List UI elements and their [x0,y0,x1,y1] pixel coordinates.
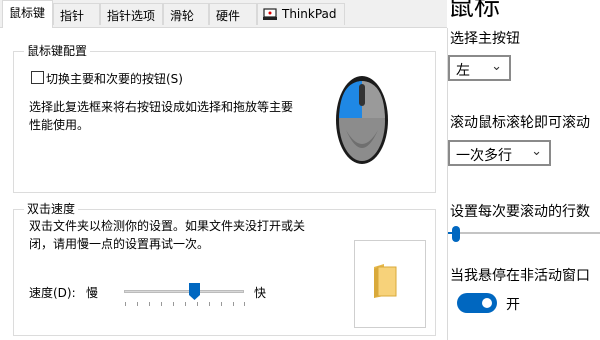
tab-strip: 鼠标键 指针 指针选项 滑轮 硬件 ThinkPad [0,0,447,28]
scroll-mode-value: 一次多行 [456,148,512,164]
slider-tick [244,302,245,306]
slider-tick [125,302,126,306]
settings-heading: 鼠标 [448,0,501,22]
tab-pointer-options[interactable]: 指针选项 [100,3,163,25]
mouse-illustration-icon [336,76,388,164]
settings-window-background: 鼠标 选择主按钮 左 ⌄ 滚动鼠标滚轮即可滚动 一次多行 ⌄ 设置每次要滚动的行… [430,0,600,340]
inactive-scroll-label: 当我悬停在非活动窗口 [450,268,590,284]
tab-pointers[interactable]: 指针 [53,3,100,25]
slider-tick [137,302,138,306]
slider-tick [233,302,234,306]
chevron-down-icon: ⌄ [531,144,542,159]
slider-tick [149,302,150,306]
test-folder-area[interactable] [354,240,426,328]
chevron-down-icon: ⌄ [491,59,502,74]
double-click-title: 双击速度 [24,200,79,217]
double-click-description-line1: 双击文件夹以检测你的设置。如果文件夹没打开或关 [29,219,306,233]
primary-button-dropdown[interactable]: 左 ⌄ [448,55,511,81]
tab-hardware[interactable]: 硬件 [209,3,257,25]
slider-tick [185,302,186,306]
speed-label: 速度(D): [29,286,76,300]
slider-tick [173,302,174,306]
inactive-scroll-toggle[interactable] [457,293,497,313]
scroll-lines-slider-thumb[interactable] [452,226,460,242]
switch-buttons-checkbox[interactable] [31,71,44,84]
slider-tick [221,302,222,306]
tab-wheel[interactable]: 滑轮 [163,3,209,25]
slider-tick [209,302,210,306]
tab-thinkpad[interactable]: ThinkPad [257,3,345,25]
primary-button-value: 左 [456,63,470,79]
double-click-speed-thumb[interactable] [189,283,200,300]
tab-thinkpad-label: ThinkPad [282,7,337,21]
button-config-title: 鼠标键配置 [24,42,91,59]
button-config-description-line1: 选择此复选框来将右按钮设成如选择和拖放等主要 [29,100,294,114]
slider-tick [197,302,198,306]
folder-icon[interactable] [372,263,398,299]
fast-label: 快 [254,286,267,300]
scroll-label: 滚动鼠标滚轮即可滚动 [450,115,590,131]
double-click-speed-track[interactable] [124,290,244,293]
slow-label: 慢 [86,286,99,300]
button-config-description-line2: 性能使用。 [29,118,90,132]
scroll-lines-label: 设置每次要滚动的行数 [450,204,590,220]
double-click-description-line2: 闭，请用慢一点的设置再试一次。 [29,237,210,251]
primary-button-label: 选择主按钮 [450,31,520,47]
toggle-knob [482,298,492,308]
thinkpad-icon [263,8,277,20]
slider-tick [161,302,162,306]
toggle-state-label: 开 [506,297,520,313]
switch-buttons-label[interactable]: 切换主要和次要的按钮(S) [46,70,183,87]
tab-buttons[interactable]: 鼠标键 [2,0,53,28]
scroll-mode-dropdown[interactable]: 一次多行 ⌄ [448,140,551,166]
mouse-properties-dialog: 鼠标键 指针 指针选项 滑轮 硬件 ThinkPad 鼠标键配置 切换主要和次要… [0,0,448,340]
